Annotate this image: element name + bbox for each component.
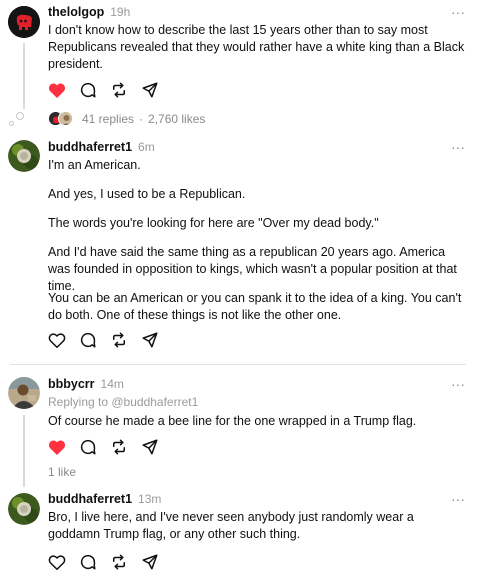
post-paragraph: The words you're looking for here are "O… bbox=[48, 216, 379, 230]
timestamp[interactable]: 19h bbox=[110, 5, 130, 19]
mini-avatar bbox=[58, 111, 73, 126]
post-header: thelolgop 19h bbox=[48, 5, 130, 21]
post-bbbycrr: bbbycrr 14m ··· Replying to @buddhaferre… bbox=[0, 365, 484, 487]
thread-line bbox=[23, 43, 25, 109]
action-bar bbox=[47, 552, 171, 572]
likes-count[interactable]: 1 like bbox=[48, 465, 76, 479]
timestamp[interactable]: 6m bbox=[138, 140, 155, 154]
post-header: bbbycrr 14m bbox=[48, 377, 124, 393]
action-bar bbox=[47, 80, 171, 100]
reply-button[interactable] bbox=[78, 80, 98, 100]
username[interactable]: buddhaferret1 bbox=[48, 140, 132, 154]
like-button[interactable] bbox=[47, 437, 67, 457]
action-bar bbox=[47, 437, 171, 457]
share-button[interactable] bbox=[140, 80, 160, 100]
avatar[interactable] bbox=[8, 493, 40, 525]
post-header: buddhaferret1 6m bbox=[48, 140, 155, 156]
username[interactable]: bbbycrr bbox=[48, 377, 95, 391]
avatar[interactable] bbox=[8, 6, 40, 38]
repost-icon bbox=[113, 82, 125, 98]
send-icon bbox=[142, 332, 158, 348]
repost-icon bbox=[113, 332, 125, 348]
post-header: buddhaferret1 13m bbox=[48, 492, 161, 508]
more-options-icon[interactable]: ··· bbox=[450, 377, 466, 392]
heart-filled-icon bbox=[48, 83, 66, 98]
post-paragraph: And yes, I used to be a Republican. bbox=[48, 187, 246, 201]
repost-button[interactable] bbox=[109, 80, 129, 100]
timestamp[interactable]: 14m bbox=[101, 377, 124, 391]
more-options-icon[interactable]: ··· bbox=[450, 492, 466, 507]
share-button[interactable] bbox=[140, 437, 160, 457]
more-options-icon[interactable]: ··· bbox=[450, 140, 466, 155]
post-buddhaferret1: buddhaferret1 6m ··· I'm an American. An… bbox=[0, 132, 484, 364]
more-options-icon[interactable]: ··· bbox=[450, 5, 466, 20]
username[interactable]: thelolgop bbox=[48, 5, 104, 19]
post-text: Of course he made a bee line for the one… bbox=[48, 414, 417, 428]
comment-icon bbox=[80, 82, 96, 98]
avatar[interactable] bbox=[8, 377, 40, 409]
like-button[interactable] bbox=[47, 330, 67, 350]
share-button[interactable] bbox=[140, 330, 160, 350]
thread-dot bbox=[16, 112, 24, 120]
repost-button[interactable] bbox=[109, 437, 129, 457]
heart-outline-icon bbox=[48, 554, 66, 570]
reply-button[interactable] bbox=[78, 437, 98, 457]
repost-button[interactable] bbox=[109, 330, 129, 350]
like-button[interactable] bbox=[47, 552, 67, 572]
reply-button[interactable] bbox=[78, 552, 98, 572]
repost-button[interactable] bbox=[109, 552, 129, 572]
repost-icon bbox=[113, 554, 125, 570]
post-thelolgop: thelolgop 19h ··· I don't know how to de… bbox=[0, 0, 484, 132]
send-icon bbox=[142, 82, 158, 98]
replying-to-label[interactable]: Replying to @buddhaferret1 bbox=[48, 395, 198, 409]
stats-separator: · bbox=[139, 112, 144, 126]
heart-outline-icon bbox=[48, 332, 66, 348]
post-paragraph: And I'd have said the same thing as a re… bbox=[48, 245, 457, 293]
like-button[interactable] bbox=[47, 80, 67, 100]
repost-icon bbox=[113, 439, 125, 455]
gop-logo-icon bbox=[8, 6, 40, 38]
action-bar bbox=[47, 330, 171, 350]
post-buddhaferret1-reply: buddhaferret1 13m ··· Bro, I live here, … bbox=[0, 485, 484, 583]
thread-dot-small bbox=[9, 121, 14, 126]
post-text: I don't know how to describe the last 15… bbox=[48, 23, 465, 71]
timestamp[interactable]: 13m bbox=[138, 492, 161, 506]
comment-icon bbox=[80, 554, 96, 570]
thread-line bbox=[23, 415, 25, 487]
post-paragraph: You can be an American or you can spank … bbox=[48, 291, 462, 322]
replies-count[interactable]: 41 replies bbox=[82, 112, 134, 126]
profile-photo-icon bbox=[8, 377, 40, 409]
share-button[interactable] bbox=[140, 552, 160, 572]
likes-count[interactable]: 2,760 likes bbox=[148, 112, 205, 126]
reply-avatars bbox=[48, 111, 76, 127]
post-text: Bro, I live here, and I've never seen an… bbox=[48, 510, 414, 541]
username[interactable]: buddhaferret1 bbox=[48, 492, 132, 506]
comment-icon bbox=[80, 439, 96, 455]
send-icon bbox=[142, 554, 158, 570]
send-icon bbox=[142, 439, 158, 455]
reply-button[interactable] bbox=[78, 330, 98, 350]
profile-photo-icon bbox=[8, 140, 40, 172]
profile-photo-icon bbox=[8, 493, 40, 525]
comment-icon bbox=[80, 332, 96, 348]
post-stats: 41 replies · 2,760 likes bbox=[48, 111, 205, 127]
post-paragraph: I'm an American. bbox=[48, 158, 141, 172]
heart-filled-icon bbox=[48, 440, 66, 455]
avatar[interactable] bbox=[8, 140, 40, 172]
